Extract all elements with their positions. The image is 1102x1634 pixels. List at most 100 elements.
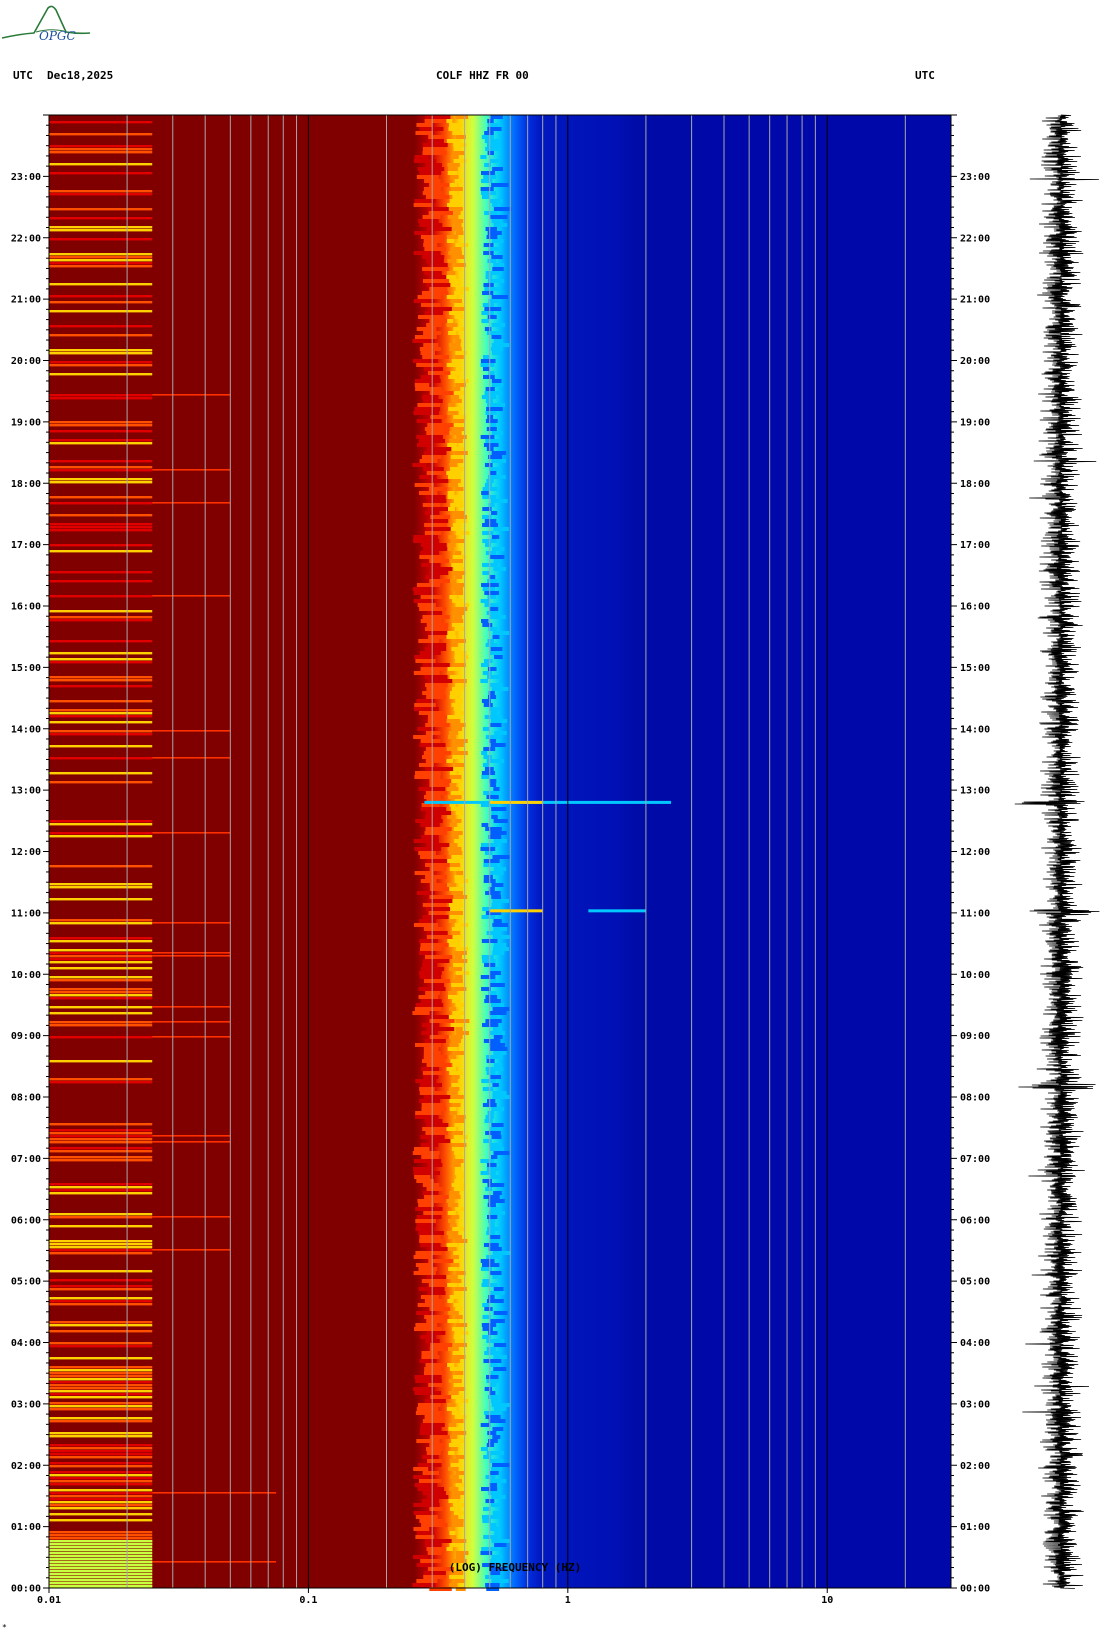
microseism-streak — [447, 319, 454, 323]
microseism-streak — [454, 291, 464, 295]
streak — [49, 1297, 153, 1300]
microseism-streak — [446, 471, 459, 475]
microseism-streak — [423, 927, 444, 931]
time-tick-label: 00:00 — [11, 1584, 41, 1595]
microseism-streak — [423, 239, 444, 243]
microseism-streak — [454, 763, 465, 767]
microseism-streak — [449, 967, 463, 971]
streak — [49, 700, 153, 703]
microseism-streak — [450, 539, 465, 543]
microseism-streak — [455, 1155, 464, 1159]
microseism-streak — [492, 1091, 507, 1095]
right-time-axis: 00:00 01:00 02:00 03:00 04:00 05:00 06:00 07:00… — [951, 114, 990, 1595]
microseism-streak — [414, 1483, 438, 1487]
microseism-streak — [417, 603, 436, 607]
microseism-streak — [453, 1383, 462, 1387]
microseism-streak — [413, 1555, 428, 1559]
streak — [49, 1576, 153, 1579]
microseism-streak — [426, 259, 444, 263]
microseism-streak — [427, 1163, 443, 1167]
time-tick-label: 05:00 — [960, 1277, 990, 1288]
time-tick-label: 13:00 — [960, 786, 990, 797]
microseism-streak — [486, 407, 503, 411]
microseism-streak — [448, 1087, 460, 1091]
microseism-streak — [480, 663, 490, 667]
streak — [49, 1402, 153, 1405]
microseism-streak — [453, 959, 468, 963]
microseism-streak — [417, 1403, 441, 1407]
microseism-streak — [481, 915, 496, 919]
microseism-streak — [453, 979, 463, 983]
microseism-streak — [489, 1031, 505, 1035]
microseism-streak — [413, 411, 439, 415]
time-tick-label: 16:00 — [11, 602, 41, 613]
microseism-streak — [482, 727, 490, 731]
microseism-streak — [421, 1155, 439, 1159]
microseism-streak — [419, 607, 447, 611]
microseism-streak — [455, 1239, 468, 1243]
streak — [49, 226, 153, 229]
microseism-streak — [488, 835, 502, 839]
microseism-streak — [446, 363, 460, 367]
microseism-streak — [454, 839, 463, 843]
time-tick-label: 20:00 — [11, 356, 41, 367]
streak — [49, 1081, 153, 1084]
microseism-streak — [452, 195, 462, 199]
microseism-streak — [491, 511, 498, 515]
microseism-streak — [450, 455, 462, 459]
microseism-streak — [447, 1363, 455, 1367]
microseism-streak — [420, 1243, 441, 1247]
microseism-streak — [454, 303, 464, 307]
microseism-streak — [447, 995, 461, 999]
microseism-streak — [492, 167, 503, 171]
microseism-streak — [423, 243, 438, 247]
streak — [49, 1189, 153, 1192]
microseism-streak — [454, 627, 465, 631]
microseism-streak — [456, 519, 468, 523]
microseism-streak — [454, 1119, 465, 1123]
microseism-streak — [491, 719, 508, 723]
microseism-streak — [415, 1227, 434, 1231]
microseism-streak — [480, 171, 496, 175]
microseism-streak — [446, 1403, 456, 1407]
microseism-streak — [485, 411, 497, 415]
microseism-streak — [484, 603, 500, 607]
microseism-streak — [425, 1363, 449, 1367]
microseism-streak — [413, 1467, 429, 1471]
microseism-streak — [419, 127, 444, 131]
microseism-streak — [422, 963, 438, 967]
microseism-streak — [480, 191, 497, 195]
microseism-streak — [426, 323, 442, 327]
microseism-streak — [453, 387, 461, 391]
microseism-streak — [422, 1191, 439, 1195]
microseism-streak — [419, 459, 438, 463]
microseism-streak — [480, 359, 496, 363]
microseism-streak — [450, 1535, 457, 1539]
streak — [49, 262, 153, 265]
streak — [49, 1270, 153, 1273]
microseism-streak — [415, 1411, 443, 1415]
streak — [49, 1471, 153, 1474]
microseism-streak — [484, 287, 500, 291]
microseism-streak — [454, 1315, 463, 1319]
microseism-streak — [486, 1379, 501, 1383]
microseism-streak — [452, 727, 463, 731]
microseism-streak — [489, 967, 501, 971]
microseism-streak — [415, 1515, 438, 1519]
microseism-streak — [486, 1347, 496, 1351]
microseism-streak — [425, 875, 447, 879]
microseism-streak — [485, 1131, 501, 1135]
microseism-streak — [425, 683, 448, 687]
streak — [49, 883, 153, 886]
streak — [49, 529, 153, 532]
microseism-streak — [448, 1423, 457, 1427]
streak — [49, 334, 153, 337]
microseism-streak — [417, 1463, 442, 1467]
time-tick-label: 02:00 — [11, 1461, 41, 1472]
microseism-streak — [486, 1255, 503, 1259]
streak — [49, 1501, 153, 1504]
microseism-streak — [450, 1095, 464, 1099]
microseism-streak — [413, 591, 430, 595]
microseism-streak — [454, 875, 465, 879]
microseism-streak — [423, 1575, 447, 1579]
